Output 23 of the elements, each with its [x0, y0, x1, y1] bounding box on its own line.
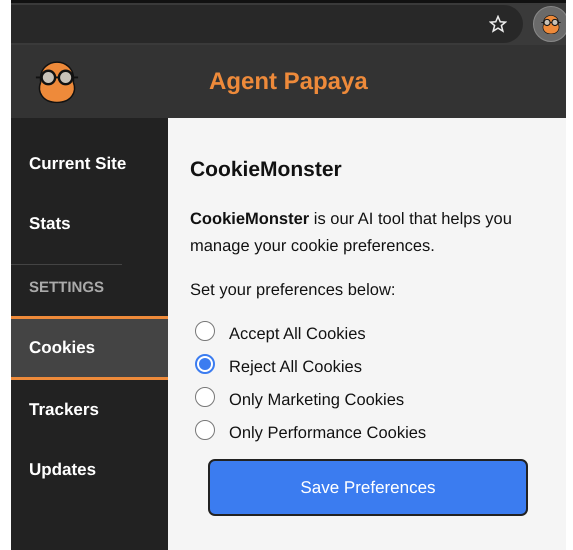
option-label[interactable]: Only Performance Cookies [229, 424, 426, 442]
save-button[interactable]: Save Preferences [208, 459, 528, 516]
option-label[interactable]: Only Marketing Cookies [229, 390, 404, 410]
star-icon[interactable] [489, 15, 507, 33]
mascot-icon [33, 58, 81, 104]
extension-button[interactable] [533, 6, 569, 42]
nav-item[interactable]: Updates [11, 440, 168, 500]
mascot-icon [540, 14, 562, 34]
nav-item[interactable]: Stats [11, 194, 168, 254]
section-heading: SETTINGS [28, 278, 106, 298]
nav-item[interactable]: Trackers [11, 380, 168, 440]
option-label[interactable]: Accept All Cookies [229, 324, 366, 344]
prompt-text: Set your preferences below: [190, 280, 396, 301]
section-title: CookieMonster [190, 158, 343, 182]
radio-button[interactable] [195, 420, 215, 440]
radio-button[interactable] [195, 354, 215, 374]
radio-button[interactable] [195, 321, 215, 341]
app-title: Agent Papaya [209, 68, 368, 96]
option-label[interactable]: Reject All Cookies [229, 358, 362, 376]
description-text: CookieMonster is our AI tool that helps you manage your cookie preferences. [190, 209, 513, 257]
nav-item[interactable]: Current Site [11, 134, 168, 194]
radio-button[interactable] [195, 387, 215, 407]
nav-item[interactable]: Cookies [11, 316, 168, 380]
